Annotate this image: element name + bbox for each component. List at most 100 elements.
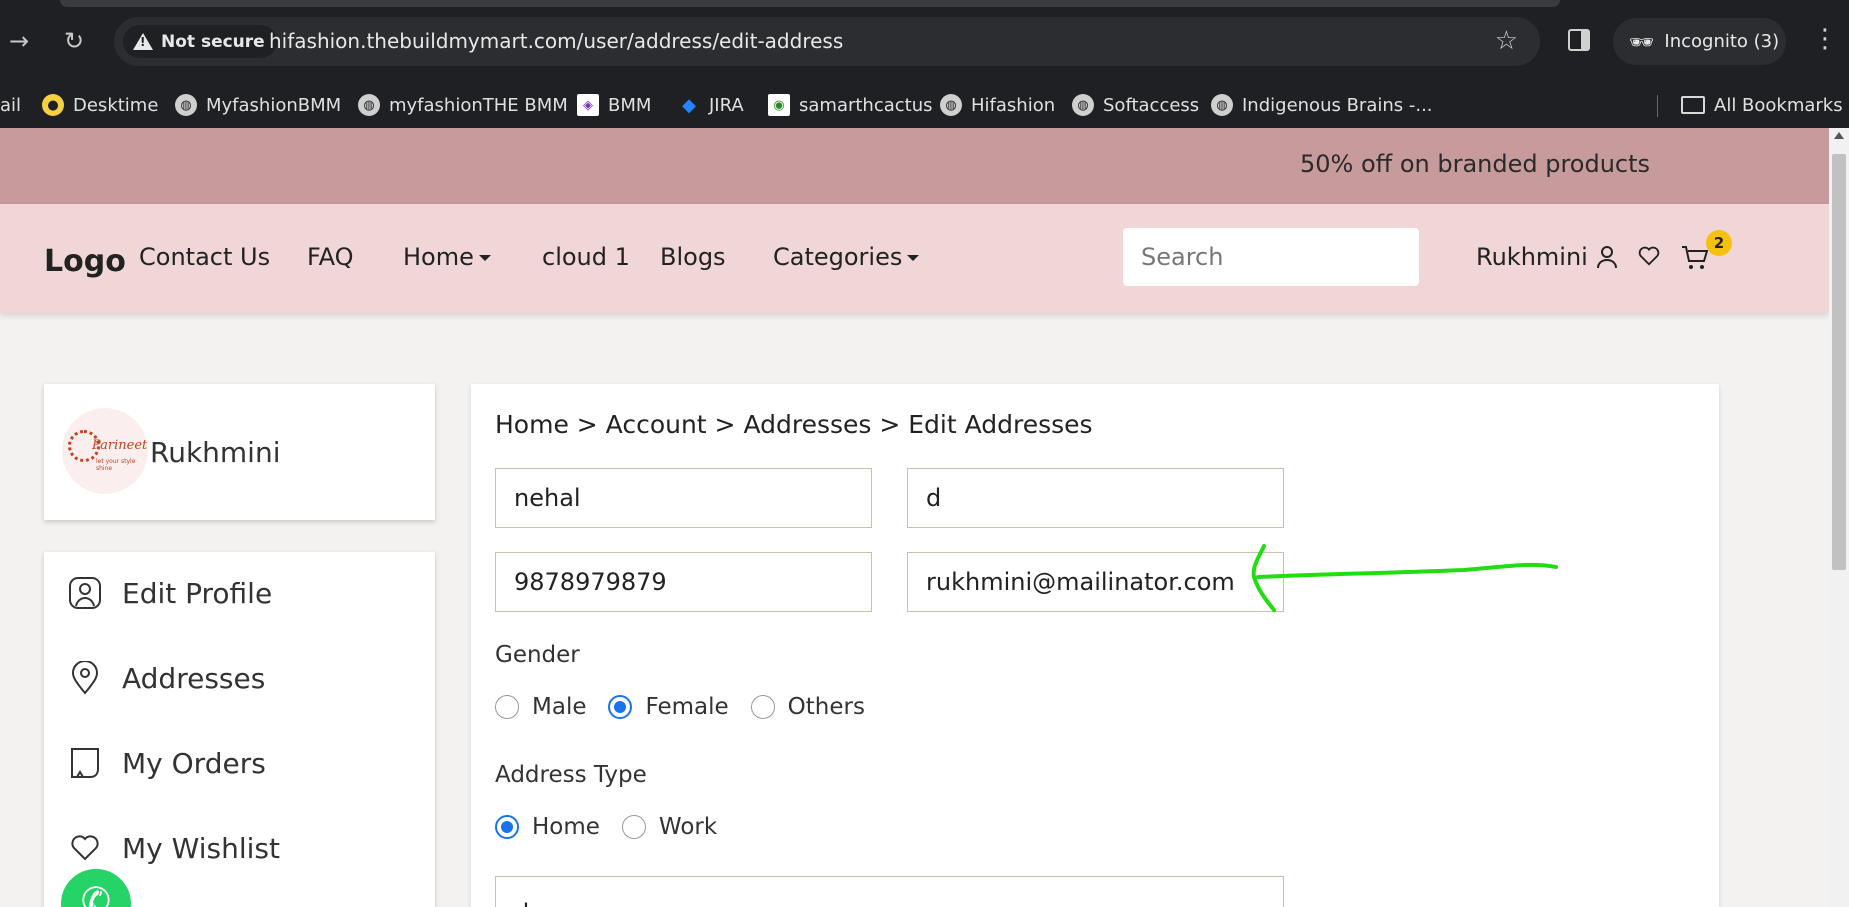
- caret-down-icon: [907, 255, 920, 261]
- gender-female-label[interactable]: Female: [645, 694, 728, 720]
- heart-icon: [68, 831, 102, 865]
- sidebar-item-label: My Wishlist: [122, 831, 280, 865]
- avatar: Parineeti let your style shine: [62, 408, 148, 494]
- location-icon: [68, 661, 102, 695]
- wishlist-heart-icon[interactable]: [1638, 245, 1660, 273]
- sidebar-item-label: My Orders: [122, 746, 266, 780]
- receipt-icon: [68, 746, 102, 780]
- bookmarks-bar: ail ● Desktime ◍ MyfashionBMM ◍ myfashionTH…: [0, 82, 1849, 128]
- scroll-up-arrow-icon[interactable]: [1834, 132, 1844, 139]
- bookmark-item[interactable]: ◈ BMM: [577, 82, 651, 128]
- cart-icon[interactable]: [1681, 245, 1709, 277]
- folder-icon: [1681, 96, 1705, 114]
- caret-down-icon: [478, 255, 491, 261]
- promo-text: 50% off on branded products: [1300, 150, 1651, 178]
- cactus-icon: ◉: [768, 94, 790, 116]
- gender-others-radio[interactable]: [750, 695, 775, 719]
- bookmark-item[interactable]: ◉ samarthcactus: [768, 82, 933, 128]
- promo-bar: 50% off on branded products: [0, 128, 1829, 204]
- gender-male-radio[interactable]: [495, 695, 519, 719]
- profile-card: Parineeti let your style shine Rukhmini: [44, 384, 435, 520]
- forward-icon[interactable]: →: [2, 24, 36, 58]
- scrollbar-thumb[interactable]: [1832, 154, 1846, 570]
- side-panel-icon[interactable]: [1568, 29, 1590, 51]
- globe-icon: ◍: [1072, 94, 1094, 116]
- bookmark-item[interactable]: ● Desktime: [42, 82, 158, 128]
- avatar-tagline: let your style shine: [96, 458, 136, 472]
- address-type-work-label[interactable]: Work: [659, 814, 717, 840]
- first-name-field[interactable]: [495, 468, 872, 528]
- sidebar-item-addresses[interactable]: Addresses: [68, 661, 265, 695]
- nav-faq[interactable]: FAQ: [307, 243, 354, 271]
- bookmark-item[interactable]: ail: [0, 82, 21, 128]
- gender-male-label[interactable]: Male: [532, 694, 586, 720]
- site-header: Logo Contact Us FAQ Home cloud 1 Blogs C…: [0, 204, 1829, 313]
- account-menu: Edit Profile Addresses My Orders My Wish…: [44, 552, 435, 907]
- last-name-field[interactable]: [907, 468, 1284, 528]
- security-label: Not secure: [161, 31, 265, 52]
- profile-name: Rukhmini: [150, 436, 281, 469]
- cart-count-badge: 2: [1706, 230, 1732, 256]
- globe-icon: ◍: [940, 94, 962, 116]
- menu-kebab-icon[interactable]: ⋮: [1812, 24, 1838, 54]
- page-scrollbar[interactable]: [1829, 128, 1849, 907]
- bookmark-item[interactable]: ◍ myfashionTHE BMM: [358, 82, 568, 128]
- site-logo[interactable]: Logo: [44, 244, 126, 279]
- email-field[interactable]: [907, 552, 1284, 612]
- sidebar-item-label: Addresses: [122, 661, 266, 695]
- bmm-icon: ◈: [577, 94, 599, 116]
- sidebar-item-edit-profile[interactable]: Edit Profile: [68, 576, 272, 610]
- address-bar[interactable]: Not secure hifashion.thebuildmymart.com/…: [114, 17, 1540, 66]
- address-type-home-label[interactable]: Home: [532, 814, 600, 840]
- star-icon[interactable]: ☆: [1495, 26, 1518, 56]
- globe-icon: ◍: [1211, 94, 1233, 116]
- avatar-brand: Parineeti: [92, 438, 148, 453]
- address-type-radio-group: Home Work: [495, 814, 739, 840]
- address-type-home-radio[interactable]: [495, 815, 519, 839]
- browser-toolbar: → ↻ Not secure hifashion.thebuildmymart.…: [0, 0, 1849, 82]
- desktime-icon: ●: [42, 94, 64, 116]
- bookmark-item[interactable]: ◆ JIRA: [678, 82, 744, 128]
- warning-icon: [133, 33, 153, 50]
- reload-icon[interactable]: ↻: [57, 24, 91, 58]
- address-type-work-radio[interactable]: [621, 815, 646, 839]
- user-icon: [68, 576, 102, 610]
- incognito-chip[interactable]: 🕶 Incognito (3): [1613, 18, 1786, 65]
- sidebar-item-label: Edit Profile: [122, 576, 273, 610]
- security-chip[interactable]: Not secure: [123, 25, 277, 58]
- sidebar-item-my-wishlist[interactable]: My Wishlist: [68, 831, 280, 865]
- url-text[interactable]: hifashion.thebuildmymart.com/user/addres…: [269, 29, 843, 53]
- bookmark-item[interactable]: ◍ MyfashionBMM: [175, 82, 341, 128]
- search-input[interactable]: [1123, 228, 1419, 286]
- edit-address-card: Home > Account > Addresses > Edit Addres…: [471, 384, 1719, 907]
- gender-radio-group: Male Female Others: [495, 694, 887, 720]
- address-type-label: Address Type: [495, 762, 647, 788]
- bookmark-divider: [1657, 95, 1658, 117]
- all-bookmarks-button[interactable]: All Bookmarks: [1681, 82, 1843, 128]
- incognito-label: Incognito (3): [1664, 31, 1780, 52]
- nav-blogs[interactable]: Blogs: [660, 243, 726, 271]
- header-user-name[interactable]: Rukhmini: [1476, 243, 1588, 271]
- bookmark-item[interactable]: ◍ Softaccess: [1072, 82, 1199, 128]
- active-tab[interactable]: [60, 0, 1560, 7]
- address-line-field[interactable]: [495, 876, 1284, 907]
- tab-strip: [0, 0, 1849, 8]
- gender-female-radio[interactable]: [608, 695, 633, 719]
- globe-icon: ◍: [358, 94, 380, 116]
- gender-label: Gender: [495, 642, 580, 668]
- jira-icon: ◆: [682, 94, 696, 116]
- whatsapp-phone-icon: ✆: [80, 881, 112, 907]
- gender-others-label[interactable]: Others: [788, 694, 865, 720]
- nav-categories[interactable]: Categories: [773, 243, 920, 271]
- incognito-icon: 🕶: [1629, 29, 1655, 54]
- globe-icon: ◍: [175, 94, 197, 116]
- nav-cloud-1[interactable]: cloud 1: [542, 243, 630, 271]
- user-icon[interactable]: [1596, 245, 1618, 275]
- nav-contact-us[interactable]: Contact Us: [139, 243, 270, 271]
- sidebar-item-my-orders[interactable]: My Orders: [68, 746, 266, 780]
- nav-home[interactable]: Home: [403, 243, 491, 271]
- bookmark-item[interactable]: ◍ Hifashion: [940, 82, 1055, 128]
- phone-field[interactable]: [495, 552, 872, 612]
- breadcrumb: Home > Account > Addresses > Edit Addres…: [495, 410, 1093, 439]
- bookmark-item[interactable]: ◍ Indigenous Brains -...: [1211, 82, 1433, 128]
